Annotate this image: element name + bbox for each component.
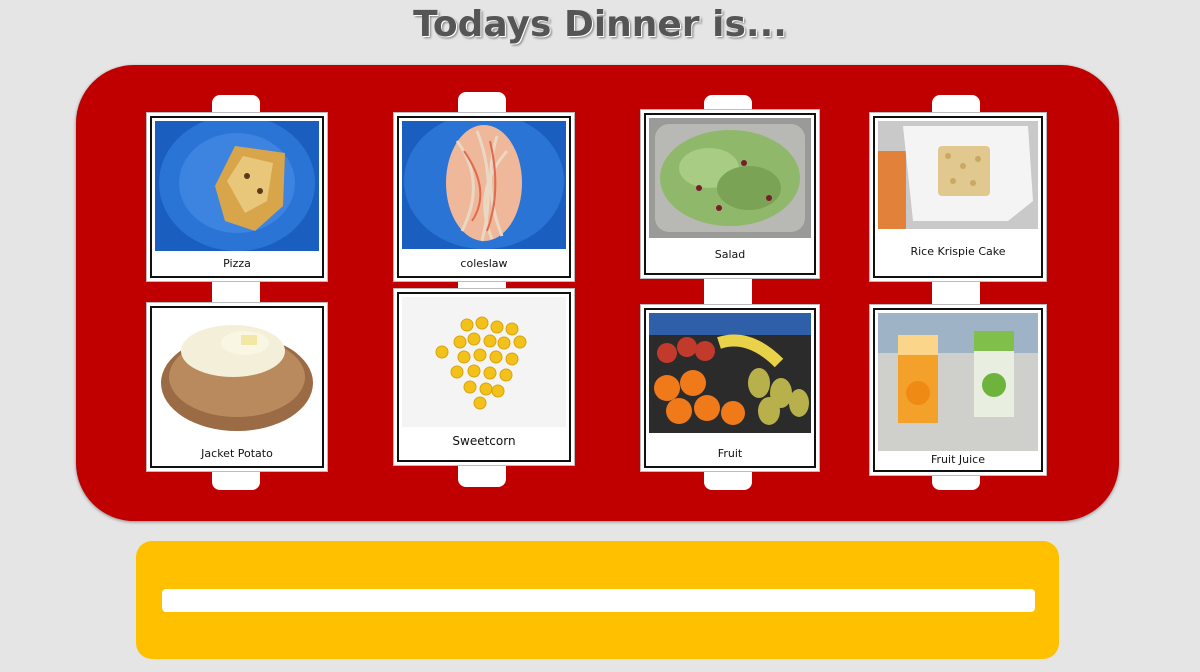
menu-card-fruit-juice[interactable]: Fruit Juice	[873, 308, 1043, 472]
menu-card-label: Pizza	[223, 257, 251, 270]
menu-card-jacket-potato[interactable]: Jacket Potato	[150, 306, 324, 468]
menu-card-label: Jacket Potato	[201, 447, 273, 460]
jacket-potato-photo	[155, 311, 319, 435]
pizza-photo	[155, 121, 319, 251]
menu-card-coleslaw[interactable]: coleslaw	[397, 116, 571, 278]
menu-card-salad[interactable]: Salad	[644, 113, 816, 275]
drop-strip[interactable]	[162, 589, 1035, 612]
menu-card-pizza[interactable]: Pizza	[150, 116, 324, 278]
menu-card-label: Fruit Juice	[931, 453, 985, 466]
menu-card-sweetcorn[interactable]: Sweetcorn	[397, 292, 571, 462]
fruit-photo	[649, 313, 811, 433]
coleslaw-photo	[402, 121, 566, 249]
menu-card-label: Salad	[714, 248, 746, 261]
menu-card-label: coleslaw	[460, 257, 508, 270]
menu-card-label: Sweetcorn	[452, 434, 516, 448]
selection-tray[interactable]	[136, 541, 1059, 659]
salad-photo	[649, 118, 811, 238]
page-title: Todays Dinner is...	[413, 4, 787, 45]
menu-card-fruit[interactable]: Fruit	[644, 308, 816, 468]
rice-krispie-cake-photo	[878, 121, 1038, 229]
menu-card-label: Rice Krispie Cake	[910, 245, 1006, 258]
sweetcorn-photo	[402, 297, 566, 427]
fruit-juice-photo	[878, 313, 1038, 451]
menu-card-rice-krispie-cake[interactable]: Rice Krispie Cake	[873, 116, 1043, 278]
menu-card-label: Fruit	[717, 447, 743, 460]
